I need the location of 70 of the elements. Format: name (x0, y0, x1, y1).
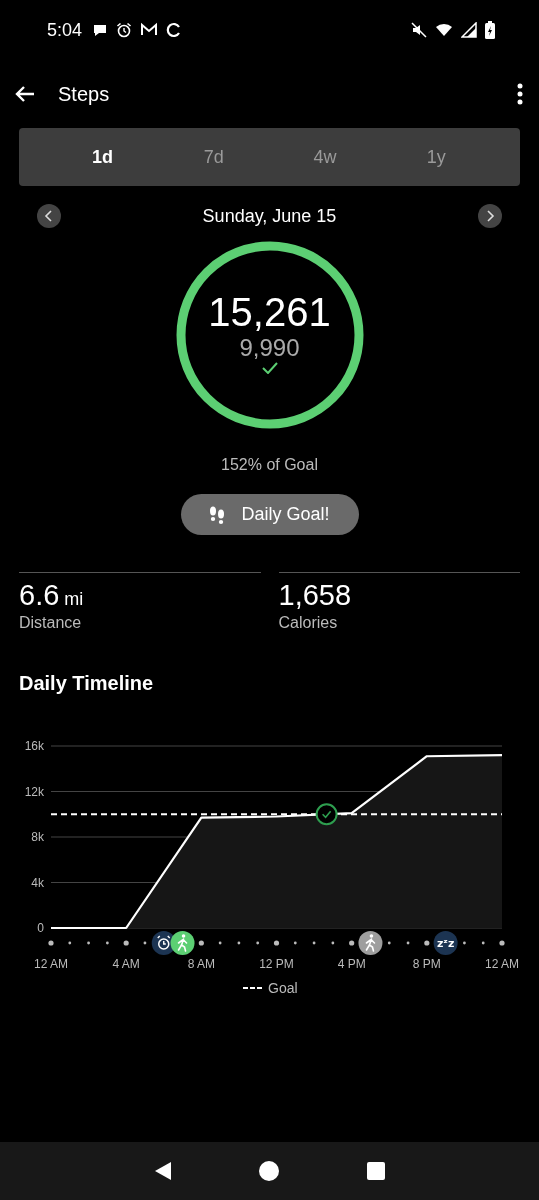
wifi-icon (435, 22, 453, 38)
x-tick-label: 8 PM (412, 957, 441, 971)
hour-dot (68, 941, 72, 945)
signal-icon (461, 22, 477, 38)
x-tick-label: 4 AM (112, 957, 140, 971)
battery-icon (485, 21, 495, 39)
date-label: Sunday, June 15 (202, 205, 337, 227)
goal-badge-text: Daily Goal! (241, 504, 330, 525)
y-tick-label: 12k (24, 784, 44, 799)
back-nav-icon[interactable] (153, 1161, 172, 1181)
hour-dot (406, 941, 410, 945)
step-count: 15,261 (208, 290, 331, 334)
y-tick-label: 16k (24, 739, 44, 753)
status-time: 5:04 (47, 19, 83, 41)
x-tick-label: 12 AM (485, 957, 519, 971)
period-tab[interactable]: 1y (380, 138, 492, 176)
previous-icon[interactable] (37, 204, 61, 228)
x-tick-label: 4 PM (337, 957, 366, 971)
sleep-marker[interactable] (433, 931, 458, 955)
stat-label: Distance (19, 614, 83, 632)
recents-icon[interactable] (367, 1162, 386, 1180)
footprints-icon (209, 505, 226, 524)
y-tick-label: 0 (37, 921, 44, 935)
hour-dot (293, 941, 297, 945)
alarm-icon (116, 22, 133, 38)
hour-dot (48, 940, 54, 946)
chat-icon (92, 22, 109, 38)
more-icon[interactable] (517, 83, 523, 105)
hour-dot (123, 940, 129, 946)
sleep-glyph: zᶻz (436, 937, 455, 950)
x-tick-label: 8 AM (187, 957, 215, 971)
hour-dot (331, 941, 335, 945)
mail-icon (140, 22, 159, 38)
walking-icon[interactable] (170, 931, 195, 955)
legend-label: Goal (268, 980, 298, 996)
sync-icon (166, 22, 183, 38)
hour-dot (87, 941, 90, 945)
hour-dot (463, 941, 466, 945)
hour-dot (106, 941, 109, 945)
goal-count: 9,990 (239, 334, 300, 362)
hour-dot (143, 941, 147, 945)
home-icon[interactable] (259, 1161, 280, 1181)
hour-dot (218, 941, 222, 945)
hour-dot (198, 940, 204, 946)
period-tab[interactable]: 4w (269, 138, 381, 176)
hour-dot (424, 940, 430, 946)
y-tick-label: 8k (31, 830, 44, 844)
x-tick-label: 12 PM (259, 957, 294, 971)
hour-dot (499, 940, 505, 946)
mute-icon (411, 22, 427, 38)
period-tab[interactable]: 1d (47, 138, 159, 176)
period-tab[interactable]: 7d (158, 138, 270, 176)
walking-icon[interactable] (358, 931, 383, 955)
hour-dot (273, 940, 280, 946)
goal-percent: 152% of Goal (220, 456, 319, 474)
hour-dot (387, 941, 391, 945)
y-tick-label: 4k (31, 875, 44, 890)
stat-label: Calories (278, 614, 339, 632)
hour-dot (312, 941, 316, 945)
section-title: Daily Timeline (19, 672, 155, 695)
hour-dot (481, 941, 485, 945)
hour-dot (237, 941, 241, 945)
x-tick-label: 12 AM (34, 957, 68, 971)
hour-dot (256, 941, 260, 945)
stat-value: 6.6 (19, 579, 60, 612)
page-title: Steps (58, 82, 111, 106)
hour-dot (349, 940, 355, 946)
stat-unit: mi (64, 589, 84, 610)
stat-value: 1,658 (278, 579, 352, 612)
next-icon[interactable] (478, 204, 502, 228)
